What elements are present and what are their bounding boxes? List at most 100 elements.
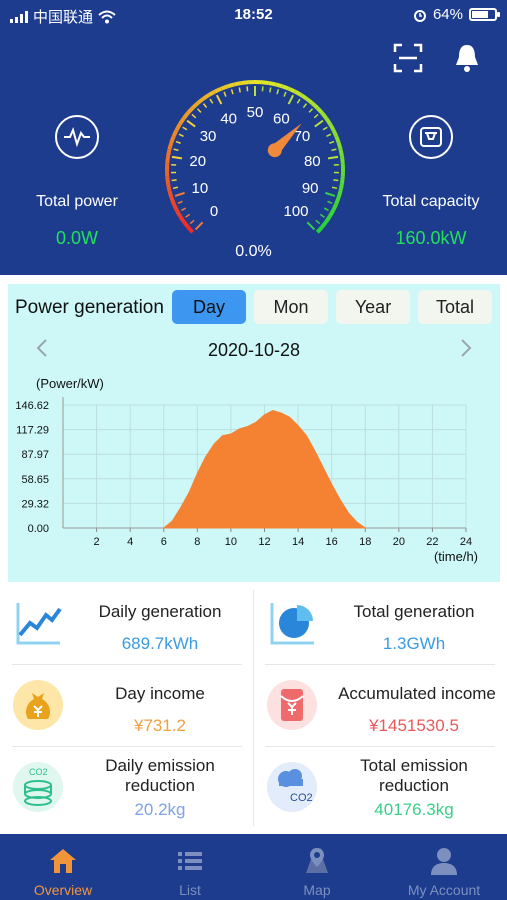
total-power-metric: Total power 0.0W	[2, 115, 152, 249]
scan-icon	[393, 43, 423, 73]
gauge-tick	[306, 221, 316, 231]
money-bag-icon	[13, 680, 63, 730]
chart-x-tick-label: 4	[127, 536, 133, 548]
nav-list[interactable]: List	[127, 834, 253, 900]
capacity-icon	[409, 115, 453, 159]
gauge-arc-segment	[315, 225, 324, 234]
gauge-tick	[186, 119, 196, 128]
home-icon	[50, 849, 76, 873]
gauge-tick	[319, 213, 325, 218]
gauge-arc-segment	[207, 89, 216, 97]
gauge-tick	[171, 179, 177, 182]
gauge-arc-segment	[328, 122, 336, 131]
gauge-tick	[171, 155, 183, 160]
chart-y-tick-label: 117.29	[16, 425, 49, 437]
chart-x-tick-label: 12	[258, 536, 270, 548]
alarm-icon	[413, 9, 426, 22]
total-generation-stat[interactable]: Total generation 1.3GWh	[254, 582, 507, 664]
notifications-button[interactable]	[452, 42, 482, 79]
gauge-arc-segment	[165, 176, 171, 185]
gauge-tick	[238, 87, 241, 93]
accumulated-income-stat[interactable]: Accumulated income ¥1451530.5	[254, 664, 507, 746]
gauge-arc-segment	[182, 220, 190, 229]
gauge-arc-segment	[174, 122, 182, 131]
total-emission-stat[interactable]: CO2 Total emission reduction 40176.3kg	[254, 746, 507, 828]
dashboard-header: Total power 0.0W 0 10 20 30 40 50 60 70 80 90 100 …	[0, 30, 507, 275]
gauge-arc-segment	[169, 135, 176, 144]
daily-generation-value: 689.7kWh	[121, 634, 199, 653]
daily-generation-label: Daily generation	[98, 602, 222, 621]
gauge-tick	[230, 89, 234, 95]
day-income-stat[interactable]: Day income ¥731.2	[0, 664, 253, 746]
daily-emission-stat[interactable]: CO2 Daily emission reduction 20.2kg	[0, 746, 253, 828]
scan-button[interactable]	[392, 42, 424, 79]
accumulated-income-label: Accumulated income	[338, 684, 496, 703]
gauge-arc-segment	[214, 86, 223, 94]
co2-stack-icon: CO2	[13, 762, 63, 812]
gauge-arc-segment	[186, 225, 195, 234]
gauge-tick	[223, 91, 227, 97]
stats-grid: Daily generation 689.7kWh Total generati…	[0, 582, 507, 832]
chart-y-tick-label: 146.62	[15, 400, 49, 412]
gauge-arc-segment	[336, 190, 343, 198]
nav-map[interactable]: Map	[254, 834, 380, 900]
nav-list-label: List	[179, 882, 201, 898]
gauge-tick-label: 100	[283, 203, 308, 220]
nav-overview-label: Overview	[33, 882, 93, 898]
gauge-arc-segment	[171, 129, 179, 138]
day-income-value: ¥731.2	[134, 716, 186, 735]
chart-x-tick-label: 20	[393, 536, 405, 548]
gauge-arc-segment	[220, 84, 229, 91]
gauge-tick	[296, 98, 301, 104]
gauge-arc-segment	[178, 214, 186, 223]
gauge-tick	[287, 94, 295, 105]
gauge-arc-segment	[167, 142, 174, 150]
chart-y-tick-label: 0.00	[28, 523, 49, 535]
gauge-tick	[202, 103, 208, 109]
pie-chart-icon	[270, 603, 314, 645]
nav-my-account[interactable]: My Account	[381, 834, 507, 900]
gauge-arc-segment	[324, 214, 332, 223]
battery-label: 64%	[432, 6, 463, 23]
gauge-arc-segment	[167, 190, 174, 198]
tab-month[interactable]: Mon	[254, 290, 328, 324]
tab-total[interactable]: Total	[418, 290, 492, 324]
gauge-tick	[323, 207, 329, 212]
gauge-arc-segment	[287, 86, 296, 94]
gauge-tick	[322, 126, 328, 131]
gauge-tick	[302, 103, 308, 109]
daily-emission-label: Daily emission reduction	[105, 756, 215, 795]
gauge-arc-segment	[310, 101, 319, 110]
gauge-arc-segment	[196, 97, 205, 105]
gauge-tick	[325, 191, 336, 197]
chart-x-axis-label: (time/h)	[434, 549, 478, 564]
gauge-tick	[269, 87, 272, 93]
daily-generation-stat[interactable]: Daily generation 689.7kWh	[0, 582, 253, 664]
gauge-tick	[331, 148, 337, 152]
gauge-tick	[313, 113, 319, 119]
trend-chart-icon	[16, 603, 62, 645]
selected-date: 2020-10-28	[207, 340, 301, 360]
gauge-tick	[194, 221, 204, 231]
gauge-tick-label: 60	[273, 110, 290, 127]
tab-year[interactable]: Year	[336, 290, 410, 324]
gauge-tick	[209, 98, 214, 104]
gauge-arc-segment	[169, 196, 176, 205]
gauge-tick	[329, 140, 335, 144]
gauge-arc-segment	[331, 202, 339, 211]
gauge-arc-segment	[324, 117, 332, 126]
gauge-arc-segment	[338, 148, 344, 157]
next-date-button[interactable]	[460, 338, 472, 364]
gauge-tick	[196, 108, 202, 113]
gauge-tick	[283, 91, 287, 97]
gauge-arc-segment	[240, 80, 249, 86]
gauge-tick	[178, 133, 184, 138]
tab-day[interactable]: Day	[172, 290, 246, 324]
gauge-tick	[177, 200, 183, 205]
gauge-tick	[326, 133, 332, 138]
gauge-tick	[172, 186, 179, 190]
gauge-arc-segment	[202, 93, 211, 101]
chart-area-series	[162, 410, 367, 529]
gauge-arc-segment	[328, 209, 336, 218]
nav-overview[interactable]: Overview	[0, 834, 126, 900]
